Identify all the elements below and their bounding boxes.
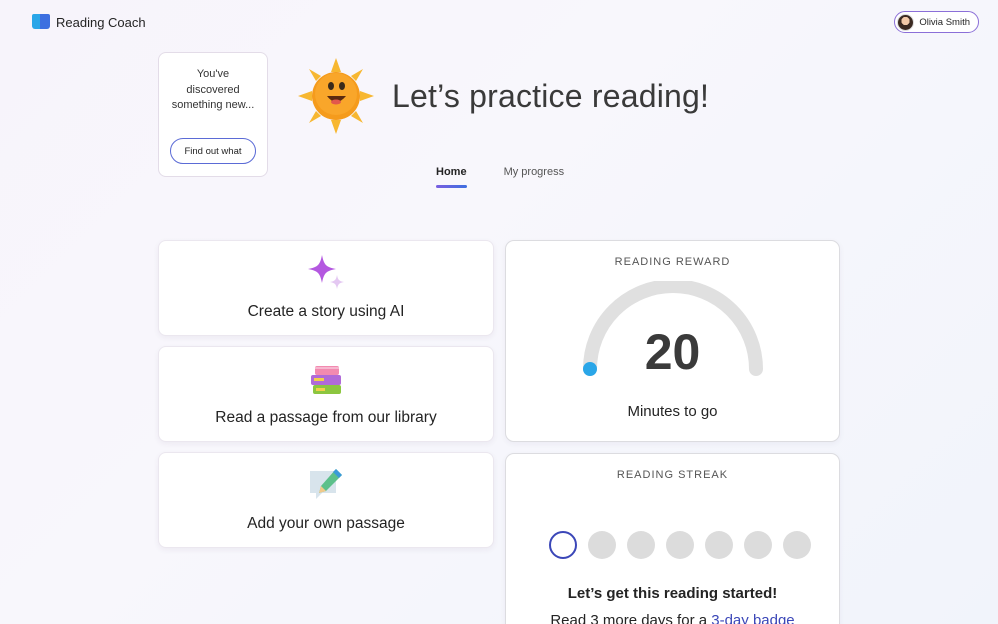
find-out-what-button[interactable]: Find out what	[170, 138, 256, 164]
tab-my-progress[interactable]: My progress	[504, 166, 565, 188]
reward-caption: Minutes to go	[627, 403, 718, 420]
top-bar: Reading Coach Olivia Smith	[0, 0, 998, 44]
page-title: Let’s practice reading!	[392, 78, 710, 114]
streak-day-1	[549, 531, 577, 559]
panel-title: READING STREAK	[616, 469, 729, 481]
panel-title: READING REWARD	[614, 256, 731, 268]
tab-bar: Home My progress	[436, 166, 564, 188]
library-passage-card[interactable]: Read a passage from our library	[158, 346, 494, 442]
streak-day-3	[627, 531, 655, 559]
sparkle-icon	[308, 255, 344, 289]
card-label: Create a story using AI	[247, 303, 405, 320]
streak-day-5	[705, 531, 733, 559]
streak-days	[549, 531, 811, 559]
streak-headline: Let’s get this reading started!	[567, 585, 778, 602]
pencil-note-icon	[310, 469, 342, 499]
reading-reward-panel: READING REWARD 20 Minutes to go	[505, 240, 840, 442]
app-name: Reading Coach	[56, 14, 146, 30]
streak-subtext-prefix: Read 3 more days for a	[550, 612, 712, 624]
tab-home[interactable]: Home	[436, 166, 467, 188]
reading-streak-panel: READING STREAK Let’s get this reading st…	[505, 453, 840, 624]
reward-minutes-value: 20	[644, 324, 701, 380]
user-account-button[interactable]: Olivia Smith	[894, 11, 979, 33]
card-label: Read a passage from our library	[215, 409, 437, 426]
user-name: Olivia Smith	[919, 16, 970, 28]
sun-mascot-icon	[298, 58, 374, 134]
books-icon	[311, 366, 341, 394]
streak-day-6	[744, 531, 772, 559]
create-story-card[interactable]: Create a story using AI	[158, 240, 494, 336]
book-logo-icon	[32, 13, 50, 31]
streak-day-2	[588, 531, 616, 559]
add-own-passage-card[interactable]: Add your own passage	[158, 452, 494, 548]
app-brand: Reading Coach	[32, 13, 146, 31]
badge-link[interactable]: 3-day badge	[711, 612, 794, 624]
avatar	[897, 13, 915, 31]
discover-text: You've discovered something new...	[171, 68, 255, 111]
discover-card: You've discovered something new... Find …	[158, 52, 268, 177]
streak-day-4	[666, 531, 694, 559]
streak-day-7	[783, 531, 811, 559]
card-label: Add your own passage	[247, 515, 405, 532]
streak-subtext: Read 3 more days for a 3-day badge	[506, 612, 839, 624]
